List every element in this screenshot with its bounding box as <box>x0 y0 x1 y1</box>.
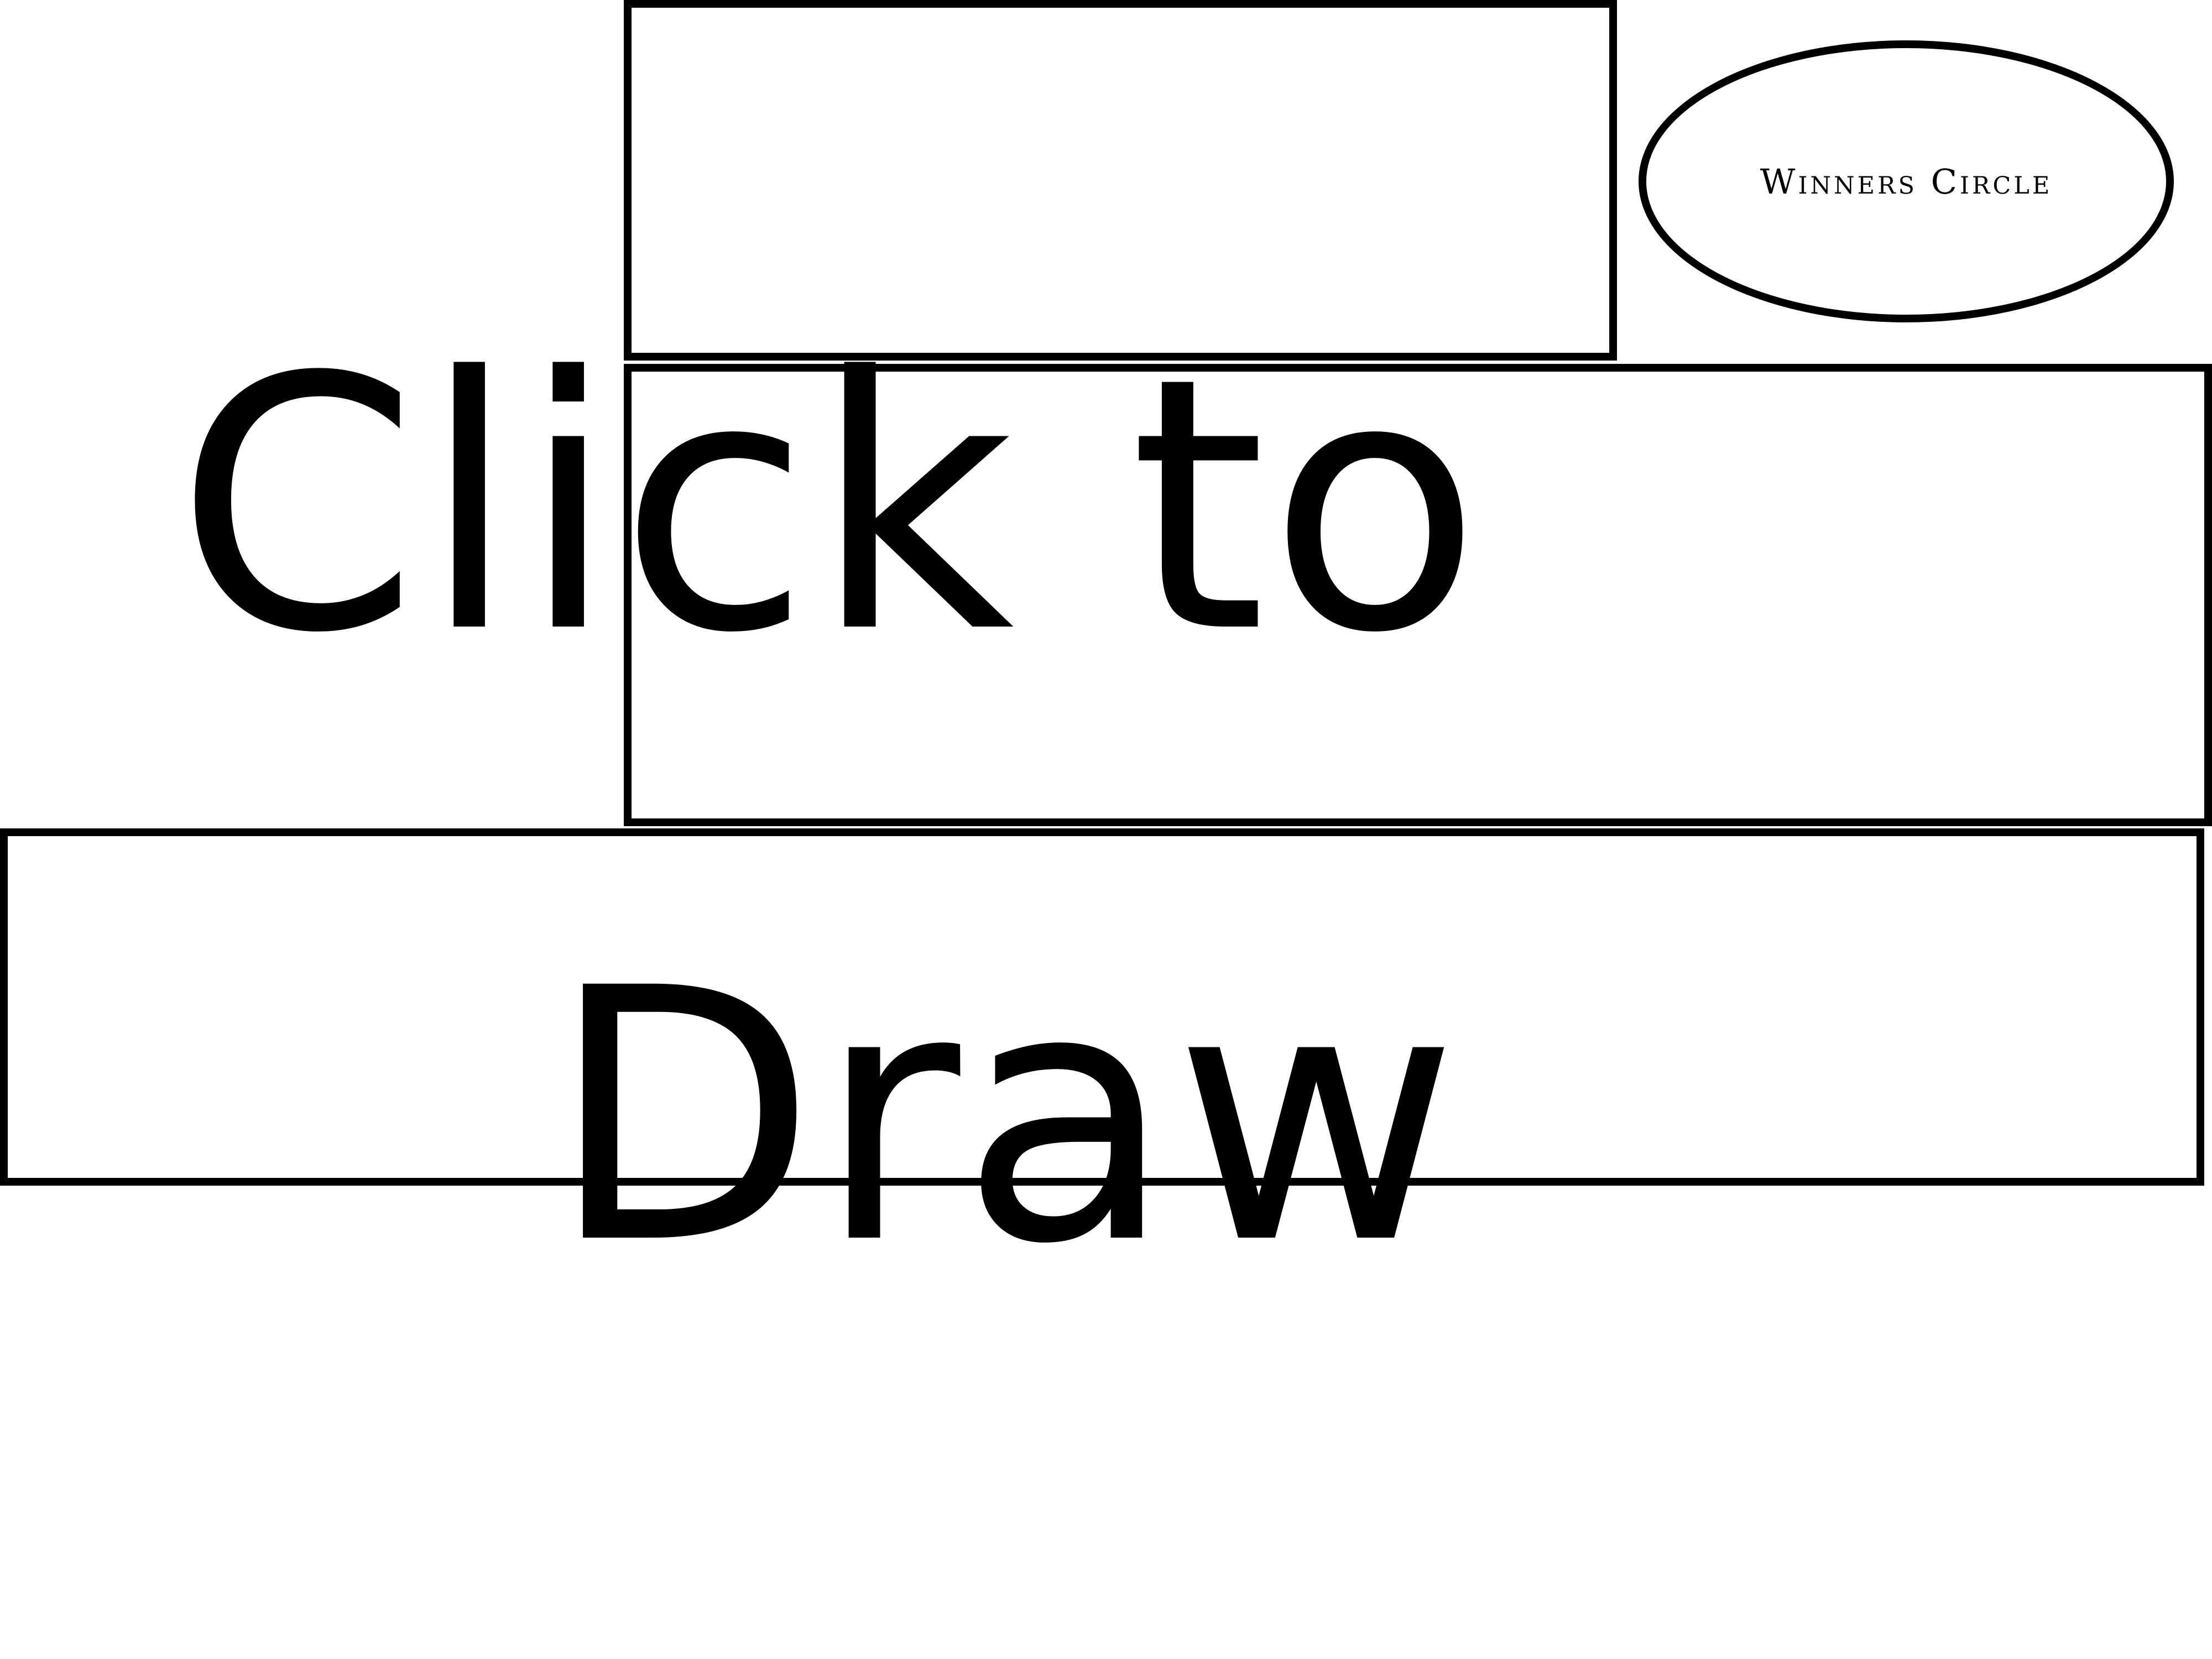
click-to-draw-text-line-2[interactable]: Draw <box>0 943 2104 1291</box>
winners-circle-label: Winners Circle <box>1760 161 2053 202</box>
winners-circle-button[interactable]: Winners Circle <box>1639 40 2174 322</box>
click-to-draw-text-line-1[interactable]: Click to <box>0 332 1930 680</box>
